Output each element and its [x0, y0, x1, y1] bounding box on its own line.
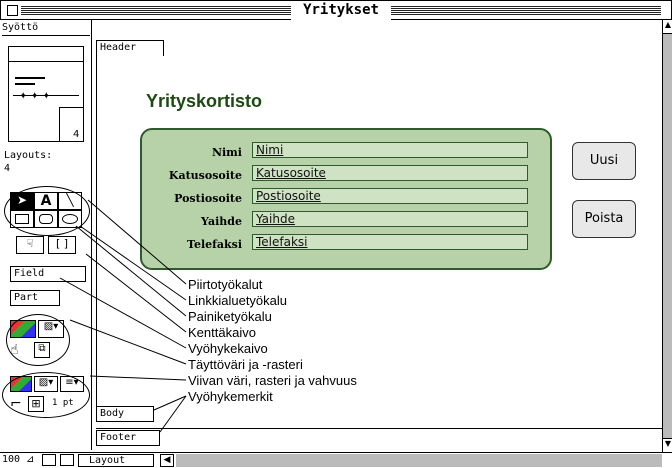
horizontal-scrollbar[interactable]	[176, 454, 662, 467]
vertical-scrollbar[interactable]: ▲ ▼	[662, 20, 672, 452]
annotation-label: Linkkialuetyökalu	[188, 293, 288, 308]
annotation-label: Painiketyökalu	[188, 309, 272, 324]
annotation-label: Kenttäkaivo	[188, 325, 256, 340]
annotation-label: Vyöhykekaivo	[188, 341, 268, 356]
zoom-in-icon[interactable]	[42, 454, 56, 466]
annotation-label: Vyöhykemerkit	[188, 389, 273, 404]
annotation-label: Täyttöväri ja -rasteri	[188, 357, 303, 372]
annotation-label: Piirtotyökalut	[188, 277, 263, 292]
annotation-label: Viivan väri, rasteri ja vahvuus	[188, 373, 357, 388]
scroll-up-icon[interactable]: ▲	[663, 20, 672, 34]
zoom-out-icon[interactable]: ⊿	[26, 454, 34, 465]
mode-popup[interactable]: Layout	[78, 454, 154, 467]
annotation-arrows	[59, 199, 187, 433]
footer-divider	[96, 428, 662, 429]
footer-part-tag[interactable]: Footer	[96, 430, 160, 446]
zoom-level[interactable]: 100	[2, 454, 20, 465]
scroll-down-icon[interactable]: ▼	[663, 438, 672, 452]
status-bar: 100 ⊿ Layout ◀	[0, 452, 672, 468]
status-toggle-icon[interactable]	[60, 454, 74, 466]
scroll-left-icon[interactable]: ◀	[160, 454, 174, 467]
body-part-tag[interactable]: Body	[96, 406, 154, 422]
